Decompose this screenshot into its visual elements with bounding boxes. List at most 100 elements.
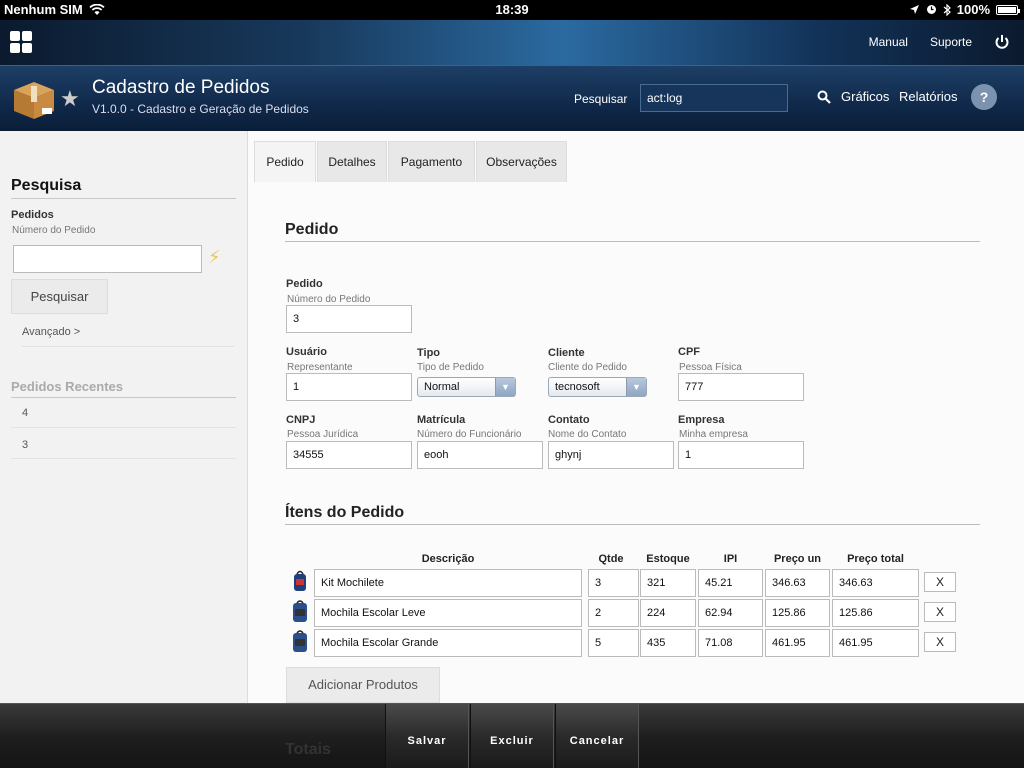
matricula-field[interactable]: eooh [417, 441, 543, 469]
section-title-itens: Ítens do Pedido [285, 504, 405, 521]
item-qtde[interactable]: 2 [588, 599, 639, 627]
tab-detalhes[interactable]: Detalhes [317, 141, 387, 182]
divider [285, 241, 980, 242]
pesquisar-button[interactable]: Pesquisar [11, 279, 108, 314]
item-preco-un: 125.86 [765, 599, 830, 627]
cnpj-field[interactable]: 34555 [286, 441, 412, 469]
divider [11, 458, 236, 459]
remove-item-button[interactable]: X [924, 632, 956, 652]
remove-item-button[interactable]: X [924, 572, 956, 592]
recent-orders-heading: Pedidos Recentes [11, 379, 123, 394]
relatorios-link[interactable]: Relatórios [899, 89, 958, 104]
cnpj-sublabel: Pessoa Jurídica [287, 429, 359, 440]
contato-field[interactable]: ghynj [548, 441, 674, 469]
column-header-estoque: Estoque [646, 553, 690, 565]
add-products-button[interactable]: Adicionar Produtos [286, 667, 440, 703]
column-header-ipi: IPI [723, 553, 738, 565]
battery-icon [996, 4, 1020, 15]
battery-percent: 100% [956, 2, 990, 17]
chevron-down-icon: ▼ [495, 378, 515, 396]
tipo-select[interactable]: Normal ▼ [417, 377, 516, 397]
app-subtitle: V1.0.0 - Cadastro e Geração de Pedidos [92, 102, 309, 116]
main-content: Pedido Detalhes Pagamento Observações Pe… [248, 131, 1024, 711]
search-icon[interactable] [817, 90, 831, 104]
apps-grid-icon[interactable] [10, 31, 32, 53]
favorite-star-icon[interactable]: ★ [60, 86, 80, 112]
cliente-select-value: tecnosoft [555, 381, 600, 393]
cpf-field[interactable]: 777 [678, 373, 804, 401]
recent-order-item[interactable]: 4 [22, 407, 28, 419]
pedido-label: Pedido [286, 278, 323, 290]
column-header-qtde: Qtde [598, 553, 624, 565]
divider [285, 524, 980, 525]
pedidos-sublabel: Número do Pedido [12, 225, 96, 236]
column-header-preco-un: Preço un [773, 553, 822, 565]
delete-button[interactable]: Excluir [470, 704, 554, 768]
pedido-field[interactable]: 3 [286, 305, 412, 333]
item-descricao[interactable]: Mochila Escolar Grande [314, 629, 582, 657]
save-button[interactable]: Salvar [385, 704, 469, 768]
bluetooth-icon [943, 3, 951, 16]
cancel-button[interactable]: Cancelar [555, 704, 639, 768]
column-header-preco-total: Preço total [847, 553, 904, 565]
suporte-link[interactable]: Suporte [930, 35, 972, 49]
tab-pedido[interactable]: Pedido [254, 141, 316, 182]
help-button[interactable]: ? [971, 84, 997, 110]
divider [11, 427, 236, 428]
bottom-action-bar: Totais Salvar Excluir Cancelar [0, 703, 1024, 768]
cpf-label: CPF [678, 346, 700, 358]
graficos-link[interactable]: Gráficos [841, 89, 889, 104]
chevron-down-icon: ▼ [626, 378, 646, 396]
sidebar-heading: Pesquisa [11, 177, 82, 194]
tipo-select-value: Normal [424, 381, 460, 393]
item-preco-un: 346.63 [765, 569, 830, 597]
header-search-input[interactable] [640, 84, 788, 112]
column-header-descricao: Descrição [421, 553, 475, 565]
order-number-search-input[interactable] [13, 245, 202, 273]
clock: 18:39 [495, 2, 529, 17]
cliente-sublabel: Cliente do Pedido [548, 362, 627, 373]
cliente-select[interactable]: tecnosoft ▼ [548, 377, 647, 397]
divider [11, 397, 236, 398]
item-ipi: 62.94 [698, 599, 763, 627]
location-icon [909, 5, 919, 14]
manual-link[interactable]: Manual [869, 35, 908, 49]
lightning-icon[interactable]: ⚡ [208, 247, 221, 268]
item-preco-total: 346.63 [832, 569, 919, 597]
backpack-icon [293, 600, 307, 622]
cnpj-label: CNPJ [286, 414, 316, 426]
recent-order-item[interactable]: 3 [22, 439, 28, 451]
backpack-icon [293, 630, 307, 652]
item-ipi: 45.21 [698, 569, 763, 597]
section-title-pedido: Pedido [285, 221, 339, 238]
pedido-sublabel: Número do Pedido [287, 294, 371, 305]
tipo-sublabel: Tipo de Pedido [417, 362, 484, 373]
status-bar: Nenhum SIM 18:39 100% [0, 0, 1024, 20]
item-estoque: 321 [640, 569, 696, 597]
item-descricao[interactable]: Kit Mochilete [314, 569, 582, 597]
tipo-label: Tipo [417, 347, 441, 359]
item-qtde[interactable]: 3 [588, 569, 639, 597]
app-header: ★ Cadastro de Pedidos V1.0.0 - Cadastro … [0, 65, 1024, 131]
advanced-search-link[interactable]: Avançado > [22, 326, 80, 338]
alarm-icon [926, 5, 936, 14]
usuario-label: Usuário [286, 346, 327, 358]
backpack-icon [294, 570, 306, 591]
item-descricao[interactable]: Mochila Escolar Leve [314, 599, 582, 627]
divider [11, 198, 236, 199]
contato-sublabel: Nome do Contato [548, 429, 627, 440]
power-icon[interactable] [994, 34, 1010, 50]
usuario-sublabel: Representante [287, 362, 353, 373]
empresa-field[interactable]: 1 [678, 441, 804, 469]
usuario-field[interactable]: 1 [286, 373, 412, 401]
tab-pagamento[interactable]: Pagamento [388, 141, 475, 182]
item-preco-total: 461.95 [832, 629, 919, 657]
remove-item-button[interactable]: X [924, 602, 956, 622]
contato-label: Contato [548, 414, 590, 426]
top-bar: Manual Suporte [0, 20, 1024, 65]
tab-observacoes[interactable]: Observações [476, 141, 567, 182]
item-qtde[interactable]: 5 [588, 629, 639, 657]
item-ipi: 71.08 [698, 629, 763, 657]
pedidos-label: Pedidos [11, 209, 54, 221]
empresa-sublabel: Minha empresa [679, 429, 748, 440]
